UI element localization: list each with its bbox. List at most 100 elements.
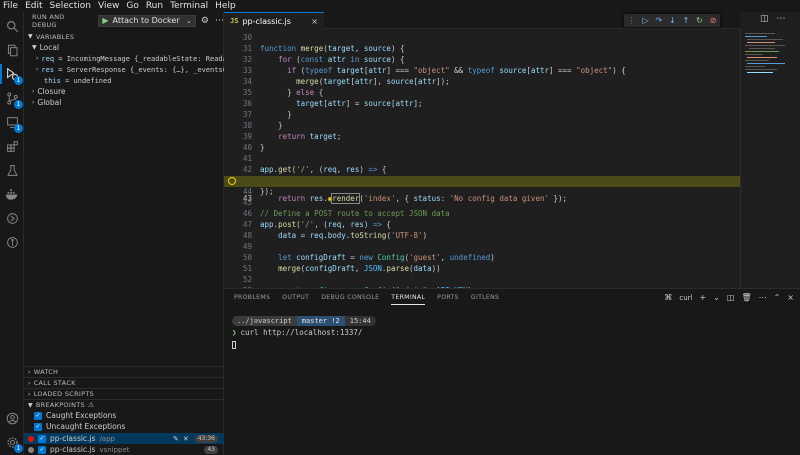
split-editor-icon[interactable]: ◫ (760, 14, 769, 24)
step-into-icon[interactable]: ↓ (669, 16, 676, 25)
breakpoint-row[interactable]: ✓ pp-classic.js /app ✎ ✕ 43:36 (24, 433, 224, 444)
accounts-icon[interactable] (4, 410, 20, 426)
tab-output[interactable]: OUTPUT (282, 289, 309, 307)
breakpoint-path: /app (99, 434, 115, 443)
watch-section-header[interactable]: › WATCH (24, 366, 224, 377)
caught-exceptions-row[interactable]: ✓ Caught Exceptions (24, 410, 224, 421)
checkbox-icon[interactable]: ✓ (38, 445, 46, 454)
menu-run[interactable]: Run (146, 1, 163, 11)
scope-closure[interactable]: › Closure (24, 86, 224, 97)
code-line: 47 app.post('/', (req, res) => { (242, 220, 391, 229)
split-terminal-icon[interactable]: ◫ (727, 293, 735, 302)
code-line: 50 let configDraft = new Config('guest',… (242, 253, 495, 262)
debug-config-select[interactable]: ▶ Attach to Docker ⌄ (98, 14, 196, 27)
docker-icon[interactable] (4, 186, 20, 202)
code-editor[interactable]: 30 31 function merge(target, source) { 32… (224, 29, 740, 288)
breakpoint-row[interactable]: ✓ pp-classic.js vsnippet 43 (24, 444, 224, 455)
run-debug-icon[interactable]: 1 (0, 64, 23, 85)
variables-section-header[interactable]: ▼ VARIABLES (24, 31, 224, 42)
uncaught-exceptions-row[interactable]: ✓ Uncaught Exceptions (24, 421, 224, 432)
add-terminal-icon[interactable]: + (699, 293, 706, 302)
drag-handle-icon[interactable]: ⋮ (627, 16, 635, 25)
disconnect-icon[interactable]: ⊘ (710, 16, 717, 25)
settings-gear-icon[interactable]: 1 (4, 434, 23, 453)
close-icon[interactable]: × (311, 17, 318, 26)
code-line: 52 (242, 275, 252, 284)
terminal-command: curl http://localhost:1337/ (240, 328, 363, 337)
checkbox-icon[interactable]: ✓ (34, 411, 42, 420)
tab-gitlens[interactable]: GITLENS (471, 289, 499, 307)
terminal-command-line: ❯ curl http://localhost:1337/ (232, 327, 376, 338)
close-panel-icon[interactable]: × (787, 293, 794, 302)
prompt-time: 15:44 (344, 315, 376, 326)
loaded-scripts-section-header[interactable]: › LOADED SCRIPTS (24, 388, 224, 399)
bottom-panel: PROBLEMS OUTPUT DEBUG CONSOLE TERMINAL P… (224, 288, 800, 455)
code-line: 31 function merge(target, source) { (242, 44, 405, 53)
accounts-badge: 1 (14, 444, 23, 453)
prompt-arrow-icon: ❯ (232, 328, 237, 337)
checkbox-icon[interactable]: ✓ (34, 422, 42, 431)
tab-debug-console[interactable]: DEBUG CONSOLE (321, 289, 379, 307)
terminal-shell-icon: ⌘ (664, 293, 673, 302)
tab-ports[interactable]: PORTS (437, 289, 459, 307)
scope-local-label: Local (39, 43, 60, 52)
variable-row[interactable]: › req = IncomingMessage {_readableState:… (24, 53, 224, 64)
breakpoint-pause-icon[interactable] (228, 177, 236, 185)
variable-row[interactable]: › res = ServerResponse {_events: {…}, _e… (24, 64, 224, 75)
terminal-output[interactable]: ../javascript master !2 15:44 ❯ curl http… (232, 315, 376, 350)
scope-global[interactable]: › Global (24, 97, 224, 108)
chevron-down-icon[interactable]: ⌄ (713, 293, 720, 302)
activity-bar: 1 1 1 1 (0, 12, 24, 455)
code-line: 49 (242, 242, 252, 251)
edit-breakpoint-icon[interactable]: ✎ (173, 435, 179, 443)
variable-row[interactable]: this = undefined (24, 75, 224, 86)
loaded-scripts-title: LOADED SCRIPTS (33, 390, 95, 398)
testing-icon[interactable] (4, 162, 20, 178)
tab-problems[interactable]: PROBLEMS (234, 289, 270, 307)
timeline-icon[interactable] (4, 210, 20, 226)
explorer-icon[interactable] (4, 42, 20, 58)
extensions-icon[interactable] (4, 138, 20, 154)
menu-file[interactable]: File (3, 1, 18, 11)
menu-help[interactable]: Help (215, 1, 236, 11)
code-line: 40} (242, 143, 265, 152)
tab-terminal[interactable]: TERMINAL (391, 289, 426, 307)
more-actions-icon[interactable]: ⋯ (759, 293, 767, 302)
restart-icon[interactable]: ↻ (696, 16, 703, 25)
menu-go[interactable]: Go (126, 1, 138, 11)
source-control-icon[interactable]: 1 (4, 90, 23, 109)
code-line: 39 return target; (242, 132, 342, 141)
remote-explorer-icon[interactable]: 1 (4, 114, 23, 133)
more-actions-icon[interactable]: ⋯ (777, 14, 786, 24)
breakpoint-dot-icon (28, 435, 34, 442)
breakpoints-section-header[interactable]: ▼ BREAKPOINTS ⚠ (24, 399, 224, 410)
tab-pp-classic[interactable]: JS pp-classic.js × (224, 12, 324, 29)
menu-edit[interactable]: Edit (25, 1, 42, 11)
current-execution-line: 43 return res.◉render('index', { status:… (224, 176, 740, 204)
minimap[interactable] (740, 29, 800, 288)
menu-terminal[interactable]: Terminal (170, 1, 208, 11)
step-out-icon[interactable]: ↑ (683, 16, 690, 25)
more-actions-icon[interactable]: ⋯ (215, 16, 224, 26)
maximize-panel-icon[interactable]: ⌃ (774, 293, 781, 302)
call-stack-section-header[interactable]: › CALL STACK (24, 377, 224, 388)
checkbox-icon[interactable]: ✓ (38, 434, 46, 443)
continue-icon[interactable]: ▷ (642, 16, 648, 25)
menu-selection[interactable]: Selection (50, 1, 91, 11)
code-line: 45 (242, 198, 252, 207)
step-over-icon[interactable]: ↷ (655, 16, 662, 25)
search-icon[interactable] (4, 18, 20, 34)
run-debug-title: RUN AND DEBUG (32, 12, 65, 29)
settings-icon[interactable]: ⚙ (201, 16, 209, 26)
breakpoint-dot-icon (28, 446, 34, 453)
gitlens-icon[interactable] (4, 234, 20, 250)
kill-terminal-icon[interactable]: 🗑 (741, 293, 751, 302)
terminal-name[interactable]: curl (679, 294, 692, 302)
terminal-prompt: ../javascript master !2 15:44 (232, 315, 376, 326)
remove-breakpoint-icon[interactable]: ✕ (183, 435, 189, 443)
code-line: 42 app.get('/', (req, res) => { (242, 165, 387, 174)
remote-badge: 1 (14, 124, 23, 133)
scope-local[interactable]: ▼ Local (24, 42, 224, 53)
menu-view[interactable]: View (98, 1, 119, 11)
start-debug-icon[interactable]: ▶ (102, 16, 108, 25)
